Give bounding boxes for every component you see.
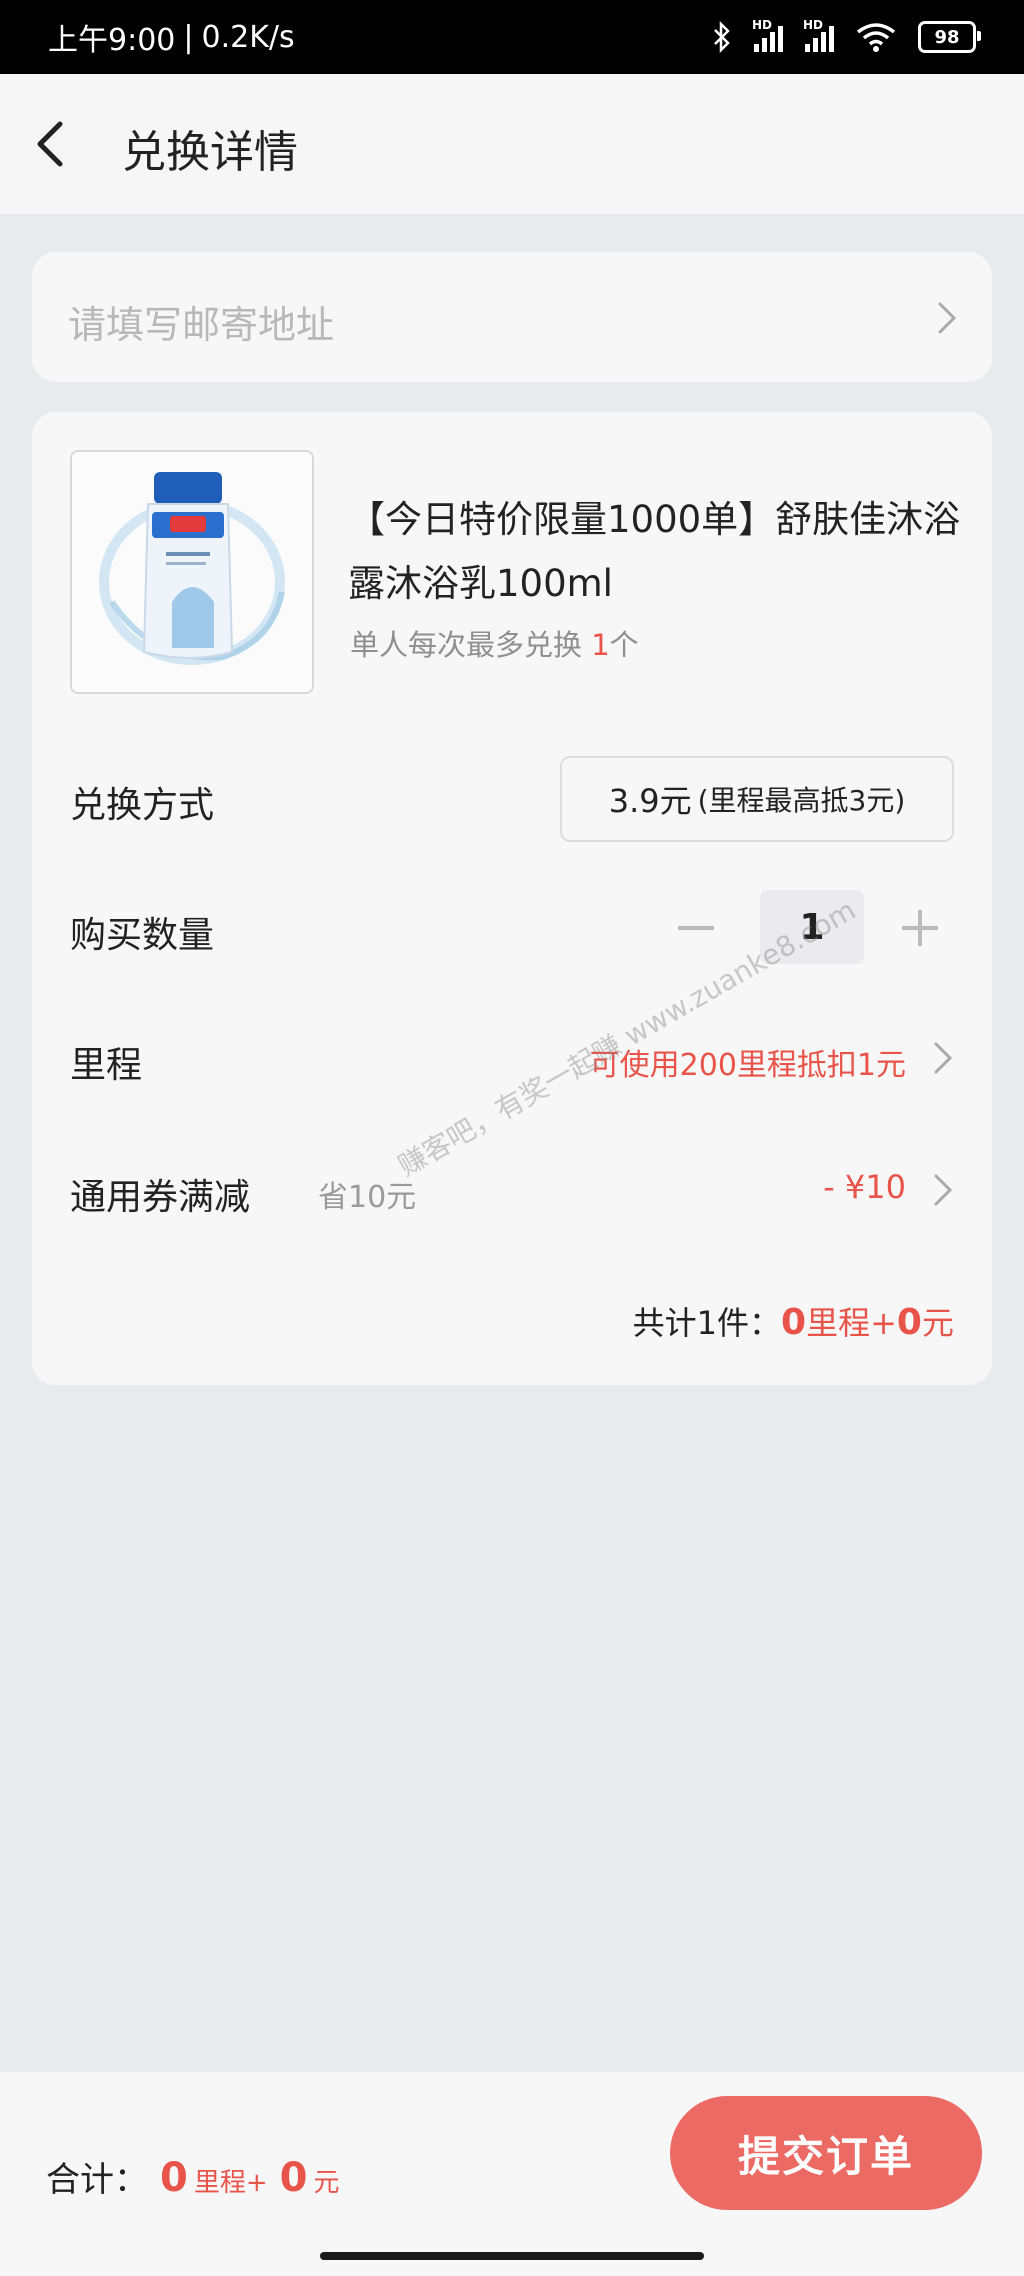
mileage-label: 里程	[70, 1045, 143, 1086]
status-net-speed: 0.2K/s	[201, 19, 295, 55]
status-separator: |	[183, 19, 194, 55]
total-prefix: 共计1件：	[632, 1304, 782, 1342]
sum-label: 合计：	[46, 2160, 148, 2200]
method-label: 兑换方式	[70, 785, 215, 826]
purchase-limit: 单人每次最多兑换 1个	[350, 622, 639, 664]
signal-icon: HD	[752, 18, 783, 52]
sum-yuan-unit: 元	[313, 2168, 340, 2198]
bottom-bar: 合计： 0 里程+ 0 元 提交订单	[0, 2072, 1024, 2276]
status-left: 上午9:00 | 0.2K/s	[48, 15, 295, 59]
sum-mileage-unit: 里程+	[193, 2168, 268, 2198]
chevron-right-icon[interactable]	[932, 1172, 954, 1208]
sum-total: 合计： 0 里程+ 0 元	[46, 2152, 340, 2201]
sum-mileage-num: 0	[160, 2155, 188, 2201]
battery-level: 98	[934, 26, 960, 48]
wifi-icon	[856, 23, 896, 52]
battery-icon: 98	[918, 21, 981, 53]
sum-yuan-num: 0	[279, 2155, 308, 2201]
bluetooth-icon	[714, 21, 730, 53]
order-total: 共计1件： 0 里程+ 0 元	[633, 1298, 954, 1344]
coupon-value[interactable]: - ¥10	[823, 1168, 906, 1206]
body-wash-bottle-icon	[99, 472, 285, 665]
total-yuan-unit: 元	[921, 1304, 954, 1342]
home-indicator[interactable]	[320, 2252, 704, 2260]
status-time: 上午9:00	[48, 23, 176, 58]
total-mileage-unit: 里程+	[806, 1304, 897, 1342]
coupon-label: 通用券满减	[70, 1177, 251, 1218]
quantity-label: 购买数量	[70, 915, 215, 956]
product-title: 【今日特价限量1000单】舒肤佳沐浴露沐浴乳100ml	[348, 498, 961, 605]
method-price: 3.9元	[608, 782, 692, 820]
address-placeholder: 请填写邮寄地址	[68, 303, 335, 347]
limit-number: 1	[591, 628, 610, 662]
header: 兑换详情	[0, 74, 1024, 214]
coupon-savings: 省10元	[318, 1180, 417, 1215]
chevron-right-icon[interactable]	[932, 1040, 954, 1076]
total-mileage-num: 0	[781, 1302, 807, 1343]
signal-icon-2: HD	[803, 18, 834, 52]
plus-icon[interactable]	[898, 906, 942, 950]
chevron-right-icon	[938, 302, 957, 334]
status-icons: HD HD 98	[712, 18, 981, 53]
method-note: (里程最高抵3元)	[697, 784, 906, 817]
submit-order-button[interactable]: 提交订单	[670, 2096, 982, 2210]
product-image	[70, 450, 314, 694]
total-yuan-num: 0	[896, 1302, 922, 1343]
address-selector[interactable]: 请填写邮寄地址	[32, 252, 992, 382]
method-option[interactable]: 3.9元 (里程最高抵3元)	[560, 756, 954, 842]
status-bar: 上午9:00 | 0.2K/s HD HD 98	[0, 0, 1024, 74]
minus-icon[interactable]	[674, 906, 718, 950]
page-title: 兑换详情	[122, 127, 298, 178]
limit-suffix: 个	[609, 628, 639, 662]
back-arrow-icon[interactable]	[30, 118, 74, 170]
limit-prefix: 单人每次最多兑换	[350, 628, 592, 662]
